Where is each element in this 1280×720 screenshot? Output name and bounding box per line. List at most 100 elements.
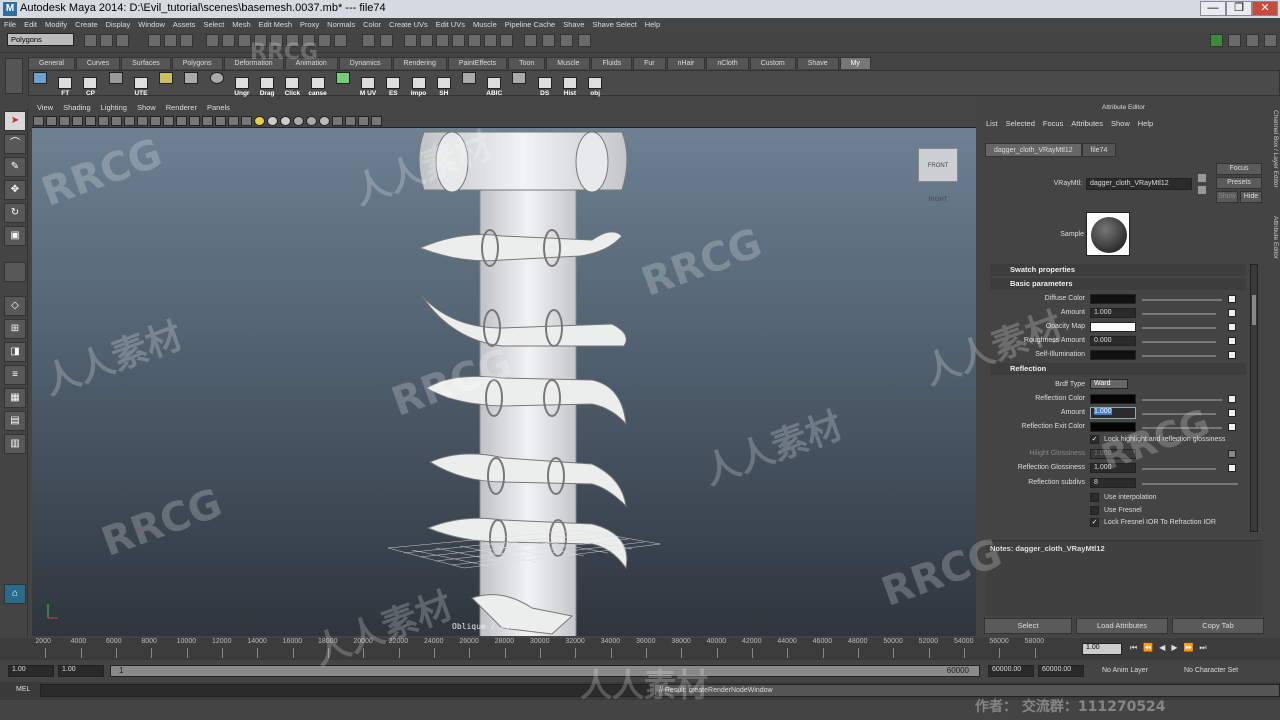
safe-action-icon[interactable] (176, 116, 187, 126)
reflection-subdivs-slider[interactable] (1142, 483, 1238, 485)
presets-button[interactable]: Presets (1216, 177, 1262, 189)
motion-blur-icon[interactable] (293, 116, 304, 126)
shelf-tab-toon[interactable]: Toon (508, 57, 546, 69)
shelf-hist-button[interactable]: Hist (559, 76, 581, 100)
textured-icon[interactable] (241, 116, 252, 126)
roughness-amount-field[interactable]: 0.000 (1090, 336, 1136, 346)
show-outliner-icon[interactable] (1264, 34, 1277, 47)
hypershade-icon[interactable] (452, 34, 465, 47)
field-chart-icon[interactable] (163, 116, 174, 126)
ae-menu-list[interactable]: List (982, 119, 1002, 128)
shelf-es-button[interactable]: ES (382, 76, 404, 100)
time-slider[interactable]: 2000 4000 6000 8000 10000 12000 14000 16000 1800… (0, 638, 1280, 660)
self-illumination-map-icon[interactable] (1228, 351, 1236, 359)
roughness-map-icon[interactable] (1228, 337, 1236, 345)
playback-end-field[interactable]: 60000.00 (988, 665, 1034, 677)
layout-uv-icon[interactable]: ▤ (4, 411, 26, 431)
layout-graph-icon[interactable]: ≡ (4, 365, 26, 385)
snap-grid-icon[interactable] (222, 34, 235, 47)
2d-pan-icon[interactable] (85, 116, 96, 126)
select-camera-icon[interactable] (33, 116, 44, 126)
snap-point-icon[interactable] (254, 34, 267, 47)
current-frame-field[interactable]: 1.00 (1082, 643, 1122, 655)
render-view-icon[interactable] (334, 34, 347, 47)
vray-icon[interactable] (468, 34, 481, 47)
menu-color[interactable]: Color (359, 18, 385, 31)
reflection-color-map-icon[interactable] (1228, 395, 1236, 403)
layout-single-icon[interactable]: ◇ (4, 296, 26, 316)
shelf-tab-animation[interactable]: Animation (284, 57, 338, 69)
reflection-amount-slider[interactable] (1142, 413, 1216, 415)
shelf-ft-button[interactable]: FT (54, 76, 76, 100)
select-object-icon[interactable] (164, 34, 177, 47)
menu-normals[interactable]: Normals (323, 18, 359, 31)
reflection-subdivs-field[interactable]: 8 (1090, 478, 1136, 488)
last-tool-icon[interactable] (4, 262, 26, 282)
snap-curve-icon[interactable] (238, 34, 251, 47)
reflection-exit-map-icon[interactable] (1228, 423, 1236, 431)
film-gate-icon[interactable] (124, 116, 135, 126)
select-button[interactable]: Select (984, 618, 1072, 634)
lights-icon[interactable] (254, 116, 265, 126)
input-ops-icon[interactable] (380, 34, 393, 47)
load-attributes-button[interactable]: Load Attributes (1076, 618, 1168, 634)
ae-scrollbar[interactable] (1250, 264, 1258, 532)
scale-tool-icon[interactable]: ▣ (4, 226, 26, 246)
history-icon[interactable] (302, 34, 315, 47)
shelf-tab-dynamics[interactable]: Dynamics (338, 57, 392, 69)
shelf-tab-surfaces[interactable]: Surfaces (121, 57, 171, 69)
layout-four-icon[interactable]: ⊞ (4, 319, 26, 339)
layout-hypershade-icon[interactable]: ▦ (4, 388, 26, 408)
menu-shave-select[interactable]: Shave Select (588, 18, 640, 31)
diffuse-map-icon[interactable] (1228, 295, 1236, 303)
ae-tab-file74[interactable]: file74 (1081, 143, 1117, 157)
hide-button[interactable]: Hide (1240, 191, 1262, 203)
shelf-menu-icon[interactable] (5, 58, 23, 94)
shelf-tab-curves[interactable]: Curves (75, 57, 121, 69)
menu-window[interactable]: Window (134, 18, 169, 31)
amount-map-icon[interactable] (1228, 309, 1236, 317)
anim-end-field[interactable]: 60000.00 (1038, 665, 1084, 677)
diffuse-amount-slider[interactable] (1142, 313, 1216, 315)
wireframe-on-shaded-icon[interactable] (228, 116, 239, 126)
rotate-tool-icon[interactable]: ↻ (4, 203, 26, 223)
menu-edit-mesh[interactable]: Edit Mesh (255, 18, 296, 31)
shelf-tab-muscle[interactable]: Muscle (546, 57, 591, 69)
command-input[interactable] (40, 684, 650, 697)
construction-icon[interactable] (318, 34, 331, 47)
show-attribute-editor-icon[interactable] (1228, 34, 1241, 47)
shelf-uv-button[interactable] (332, 71, 354, 95)
lasso-tool-icon[interactable]: ⌒ (4, 134, 26, 154)
attribute-editor-side-tab[interactable]: Attribute Editor (1267, 216, 1279, 276)
anim-layer-label[interactable]: No Anim Layer (1102, 667, 1148, 674)
viewport-menu-panels[interactable]: Panels (202, 102, 235, 114)
xray-icon[interactable] (332, 116, 343, 126)
script-editor-icon[interactable]: ⌂ (4, 584, 26, 604)
menu-help[interactable]: Help (641, 18, 664, 31)
ae-menu-selected[interactable]: Selected (1002, 119, 1039, 128)
shelf-canse-button[interactable]: canse (307, 76, 329, 100)
shelf-lattice-button[interactable] (458, 71, 480, 95)
section-basic-parameters[interactable]: Basic parameters (990, 278, 1246, 290)
use-interpolation-checkbox[interactable] (1090, 493, 1099, 502)
playback-controls[interactable]: ⏮⏪◀▶⏩⏭ (1130, 643, 1280, 655)
roughness-amount-slider[interactable] (1142, 341, 1216, 343)
notes-area[interactable]: Notes: dagger_cloth_VRayMtl12 (986, 540, 1262, 616)
select-tool-icon[interactable]: ➤ (4, 111, 26, 131)
shelf-obj-button[interactable]: obj (584, 76, 606, 100)
menu-pipeline-cache[interactable]: Pipeline Cache (501, 18, 559, 31)
resolution-gate-icon[interactable] (137, 116, 148, 126)
mode-selector[interactable]: Polygons (7, 33, 74, 46)
shelf-ds-button[interactable]: DS (534, 76, 556, 100)
shelf-tab-ncloth[interactable]: nCloth (706, 57, 749, 69)
shelf-blank-button[interactable] (105, 71, 127, 95)
reflection-glossiness-slider[interactable] (1142, 468, 1216, 470)
viewport-menu-view[interactable]: View (32, 102, 58, 114)
viewport-persp[interactable]: FRONT RIGHT Oblique / Zoom : persp (32, 128, 976, 636)
minimize-button[interactable]: — (1200, 1, 1226, 16)
reflection-amount-field[interactable]: 1.000 (1090, 407, 1136, 419)
menu-mesh[interactable]: Mesh (228, 18, 254, 31)
save-scene-icon[interactable] (116, 34, 129, 47)
vray-settings-icon[interactable] (500, 34, 513, 47)
viewport-menu-shading[interactable]: Shading (58, 102, 96, 114)
